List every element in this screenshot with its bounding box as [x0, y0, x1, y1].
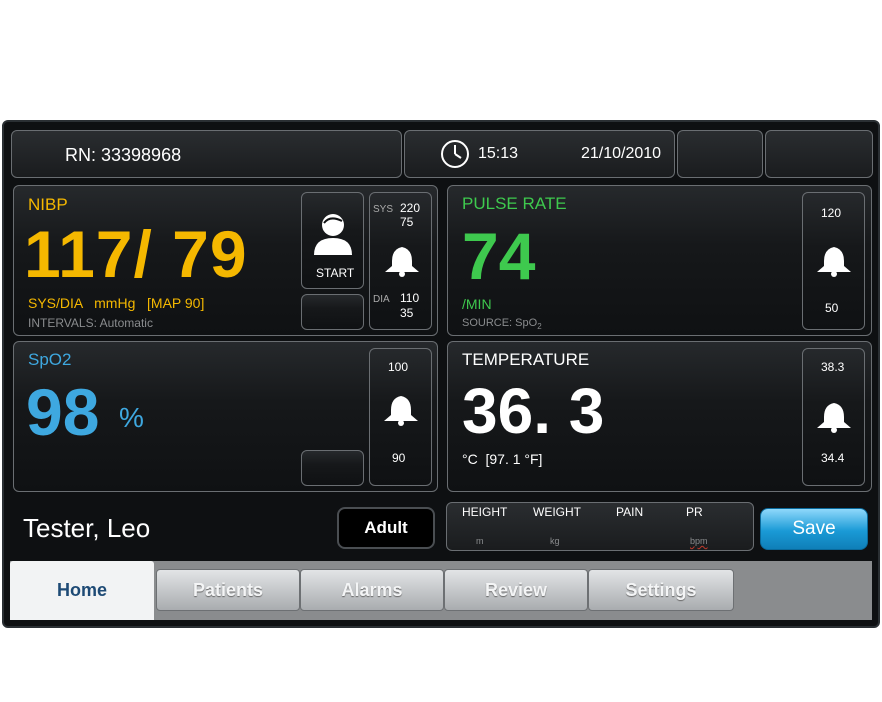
pulse-source: SOURCE: SpO2: [462, 317, 542, 331]
pulse-alarm-bell-icon: [817, 247, 851, 277]
pulse-source-text: SOURCE: SpO: [462, 317, 538, 329]
temperature-unit: °C [97. 1 °F]: [462, 451, 543, 467]
dia-high-limit: 110: [400, 291, 420, 305]
nibp-blank-button[interactable]: [301, 294, 364, 330]
navigation-tab-bar: Home Patients Alarms Review Settings: [10, 561, 872, 620]
tab-settings[interactable]: Settings: [588, 569, 734, 611]
spo2-low-limit: 90: [392, 451, 406, 465]
nibp-title: NIBP: [28, 195, 68, 214]
rn-field[interactable]: RN: 33398968: [11, 130, 402, 178]
dia-label: DIA: [373, 294, 390, 305]
time-text: 15:13: [478, 145, 519, 162]
sys-high-limit: 220: [400, 201, 421, 215]
temperature-alarm-bell-icon: [817, 403, 851, 433]
nibp-value: 117/ 79: [24, 217, 248, 291]
temperature-value: 36. 3: [462, 375, 605, 447]
start-label: START: [316, 266, 355, 280]
temperature-low-limit: 34.4: [821, 451, 845, 465]
save-label: Save: [792, 518, 836, 539]
pain-label: PAIN: [616, 505, 644, 519]
header-blank-button-2[interactable]: [765, 130, 873, 178]
pulse-low-limit: 50: [825, 301, 839, 315]
date-text: 21/10/2010: [581, 145, 662, 162]
nibp-alarm-bell-icon: [385, 247, 419, 277]
height-unit: m: [476, 536, 484, 546]
pulse-value: 74: [462, 219, 536, 293]
save-button[interactable]: Save: [760, 508, 868, 550]
rn-label: RN: 33398968: [65, 145, 182, 165]
temperature-alarm-limits[interactable]: 38.3 34.4: [802, 348, 865, 486]
patient-type-button[interactable]: Adult: [337, 507, 435, 549]
sys-label: SYS: [373, 204, 394, 215]
spo2-value: 98: [26, 375, 100, 449]
patient-type-label: Adult: [364, 518, 408, 537]
pulse-alarm-limits[interactable]: 120 50: [802, 192, 865, 330]
pr-unit: bpm: [690, 536, 708, 546]
tab-patients[interactable]: Patients: [156, 569, 300, 611]
nibp-intervals: INTERVALS: Automatic: [28, 316, 153, 330]
spo2-high-limit: 100: [388, 360, 409, 374]
weight-unit: kg: [550, 536, 560, 546]
pulse-title: PULSE RATE: [462, 194, 567, 213]
header-blank-button-1[interactable]: [677, 130, 763, 178]
nibp-alarm-limits[interactable]: SYS 220 75 DIA 110 35: [369, 192, 432, 330]
spo2-alarm-limits[interactable]: 100 90: [369, 348, 432, 486]
spo2-unit: %: [119, 402, 144, 433]
manual-parameters-panel[interactable]: HEIGHT WEIGHT PAIN PR m kg bpm: [446, 502, 754, 551]
spo2-blank-button[interactable]: [301, 450, 364, 486]
nibp-start-button[interactable]: START: [301, 192, 364, 289]
spo2-title: SpO2: [28, 350, 72, 369]
patient-name[interactable]: Tester, Leo: [23, 513, 150, 544]
pulse-high-limit: 120: [821, 206, 842, 220]
height-label: HEIGHT: [462, 505, 508, 519]
pr-label: PR: [686, 505, 703, 519]
pulse-unit: /MIN: [462, 296, 492, 312]
nibp-units: SYS/DIA mmHg [MAP 90]: [28, 295, 205, 311]
clock-panel[interactable]: 15:13 21/10/2010: [404, 130, 675, 178]
temperature-title: TEMPERATURE: [462, 350, 590, 369]
tab-review[interactable]: Review: [444, 569, 588, 611]
patient-icon: [314, 214, 352, 255]
clock-icon: [441, 140, 469, 168]
pulse-source-subscript: 2: [537, 322, 542, 332]
tab-alarms[interactable]: Alarms: [300, 569, 444, 611]
tab-home[interactable]: Home: [10, 561, 154, 620]
spo2-alarm-bell-icon: [384, 396, 418, 426]
weight-label: WEIGHT: [533, 505, 581, 519]
dia-low-limit: 35: [400, 306, 414, 320]
sys-low-limit: 75: [400, 215, 414, 229]
temperature-high-limit: 38.3: [821, 360, 845, 374]
